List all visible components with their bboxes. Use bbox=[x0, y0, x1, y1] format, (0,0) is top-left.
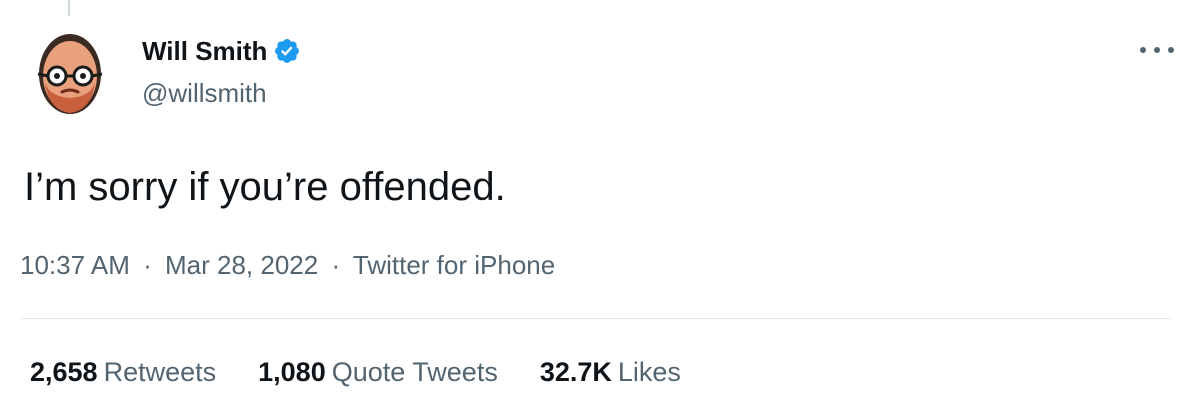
likes-count: 32.7K bbox=[539, 357, 612, 387]
verified-badge-icon bbox=[275, 39, 300, 63]
tweet-time-link[interactable]: 10:37 AM · Mar 28, 2022 bbox=[20, 250, 325, 280]
likes-stat[interactable]: 32.7K Likes bbox=[540, 355, 681, 389]
retweets-label: Retweets bbox=[103, 357, 217, 387]
author-handle[interactable]: @willsmith bbox=[142, 78, 301, 108]
tweet-time: 10:37 AM bbox=[20, 250, 130, 280]
meta-separator: · bbox=[331, 250, 341, 280]
dot-icon bbox=[1154, 47, 1160, 53]
tweet-header: Will Smith @willsmith bbox=[34, 30, 301, 118]
meta-separator: · bbox=[143, 250, 152, 280]
retweets-count: 2,658 bbox=[30, 357, 98, 387]
more-options-icon[interactable] bbox=[1140, 40, 1174, 60]
quote-tweets-stat[interactable]: 1,080 Quote Tweets bbox=[258, 355, 498, 389]
tweet-stats: 2,658 Retweets 1,080 Quote Tweets 32.7K Lik… bbox=[30, 355, 723, 389]
tweet-date: Mar 28, 2022 bbox=[165, 250, 319, 280]
quote-tweets-count: 1,080 bbox=[258, 357, 326, 387]
author-names: Will Smith @willsmith bbox=[142, 30, 301, 108]
dot-icon bbox=[1140, 47, 1146, 53]
quote-tweets-label: Quote Tweets bbox=[331, 357, 498, 387]
avatar[interactable] bbox=[34, 30, 106, 118]
thread-connector-line bbox=[68, 0, 70, 16]
dot-icon bbox=[1168, 47, 1174, 53]
tweet-text: I’m sorry if you’re offended. bbox=[24, 165, 506, 209]
tweet-source-link[interactable]: Twitter for iPhone bbox=[353, 250, 555, 280]
retweets-stat[interactable]: 2,658 Retweets bbox=[30, 355, 216, 389]
name-row: Will Smith bbox=[142, 36, 301, 66]
divider bbox=[22, 318, 1170, 319]
tweet-meta: 10:37 AM · Mar 28, 2022 · Twitter for iP… bbox=[20, 249, 555, 281]
likes-label: Likes bbox=[617, 357, 681, 387]
display-name[interactable]: Will Smith bbox=[142, 36, 267, 66]
